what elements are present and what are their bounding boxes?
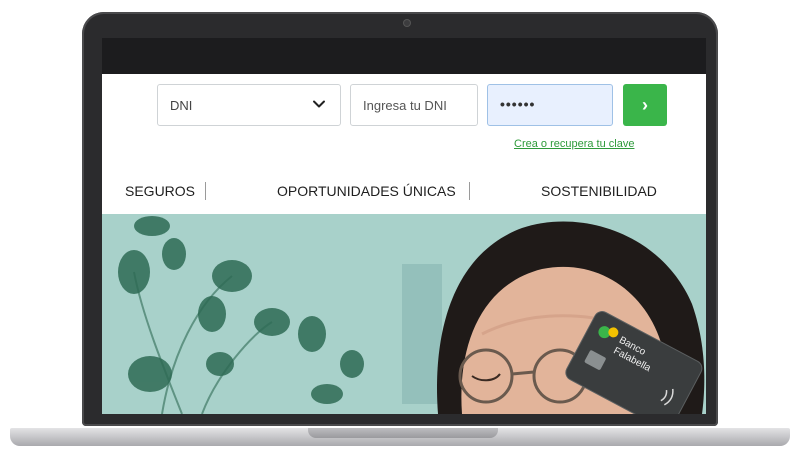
document-type-select[interactable]: DNI bbox=[157, 84, 341, 126]
id-number-input[interactable]: Ingresa tu DNI bbox=[350, 84, 478, 126]
nav-item-oportunidades[interactable]: OPORTUNIDADES ÚNICAS bbox=[277, 183, 456, 199]
nav-item-seguros[interactable]: SEGUROS bbox=[125, 183, 195, 199]
webcam-icon bbox=[404, 20, 410, 26]
hero-image: Banco Falabella bbox=[102, 214, 706, 414]
document-type-value: DNI bbox=[170, 98, 193, 113]
chevron-down-icon bbox=[313, 100, 325, 108]
browser-top-bar bbox=[102, 38, 706, 74]
chevron-right-icon: › bbox=[642, 94, 648, 115]
main-nav: SEGUROS OPORTUNIDADES ÚNICAS SOSTENIBILI… bbox=[102, 180, 706, 204]
login-submit-button[interactable]: › bbox=[623, 84, 667, 126]
nav-separator bbox=[469, 182, 470, 200]
nav-separator bbox=[205, 182, 206, 200]
login-form: DNI Ingresa tu DNI •••••• › bbox=[102, 84, 706, 128]
nav-item-sostenibilidad[interactable]: SOSTENIBILIDAD bbox=[541, 183, 657, 199]
id-number-placeholder: Ingresa tu DNI bbox=[363, 98, 447, 113]
hero-banner: Banco Falabella bbox=[102, 214, 706, 414]
laptop-opening-notch bbox=[308, 428, 498, 438]
laptop-mockup: DNI Ingresa tu DNI •••••• › Crea o recup… bbox=[0, 0, 792, 456]
password-input[interactable]: •••••• bbox=[487, 84, 613, 126]
password-masked-value: •••••• bbox=[500, 96, 536, 112]
laptop-screen: DNI Ingresa tu DNI •••••• › Crea o recup… bbox=[102, 38, 706, 414]
recover-password-link[interactable]: Crea o recupera tu clave bbox=[514, 138, 634, 150]
